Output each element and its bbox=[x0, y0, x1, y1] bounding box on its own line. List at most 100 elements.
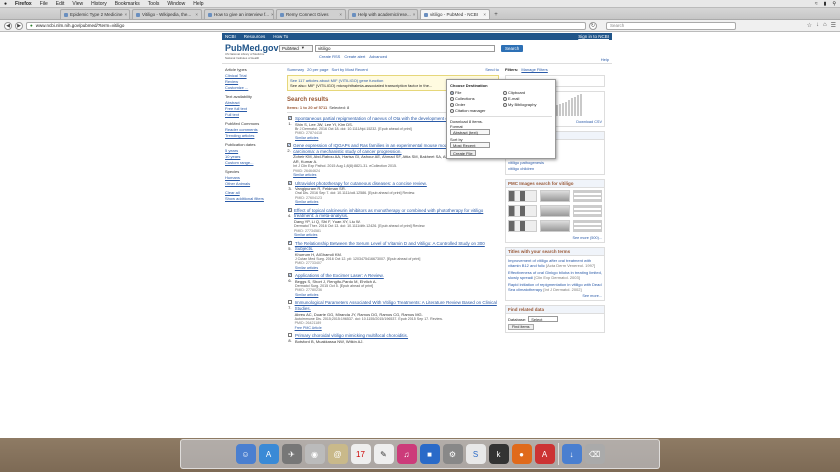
firefox-icon[interactable]: ● bbox=[511, 444, 532, 464]
spotlight-icon[interactable]: ⚲ bbox=[832, 1, 836, 7]
ncbi-logo[interactable]: NCBI bbox=[225, 34, 236, 39]
related-search-link[interactable]: vitiligo children bbox=[508, 166, 602, 172]
similar-articles-link[interactable]: Similar articles bbox=[295, 266, 499, 270]
dest-citation-radio[interactable]: Citation manager bbox=[450, 108, 499, 113]
create-rss-link[interactable]: Create RSS bbox=[319, 54, 340, 59]
result-checkbox[interactable]: ✓ bbox=[288, 273, 292, 278]
launchpad-icon[interactable]: ✈ bbox=[281, 444, 302, 464]
menu-edit[interactable]: Edit bbox=[56, 1, 65, 7]
close-tab-icon[interactable]: × bbox=[271, 12, 273, 17]
title-item[interactable]: Improvement of vitiligo after oral treat… bbox=[508, 258, 602, 268]
filter-link[interactable]: Customize ... bbox=[225, 85, 281, 91]
close-tab-icon[interactable]: × bbox=[413, 12, 416, 17]
menu-app-name[interactable]: Firefox bbox=[15, 1, 32, 7]
result-title-link[interactable]: Effect of topical calcineurin inhibitors… bbox=[294, 208, 499, 219]
close-tab-icon[interactable]: × bbox=[339, 12, 342, 17]
battery-icon[interactable]: ▮ bbox=[824, 1, 827, 7]
similar-articles-link[interactable]: Similar articles bbox=[295, 200, 427, 204]
resources-menu[interactable]: Resources bbox=[244, 34, 266, 39]
find-items-button[interactable]: Find items bbox=[508, 324, 534, 330]
notes-icon[interactable]: ✎ bbox=[373, 444, 394, 464]
manage-filters-link[interactable]: Manage Filters bbox=[521, 67, 547, 72]
browser-search-field[interactable]: Search bbox=[606, 21, 736, 30]
trash-icon[interactable]: ⌫ bbox=[584, 444, 605, 464]
pmc-thumbnail[interactable] bbox=[508, 220, 538, 232]
pmc-thumbnail[interactable] bbox=[540, 220, 570, 232]
tab-6-active[interactable]: vitiligo - PubMed - NCBI × bbox=[420, 9, 490, 19]
pmc-thumbnail[interactable] bbox=[540, 190, 570, 202]
result-title-link[interactable]: Immunological Parameters Associated With… bbox=[295, 300, 499, 311]
similar-articles-link[interactable]: Similar articles bbox=[293, 173, 499, 177]
format-summary[interactable]: Summary bbox=[287, 67, 304, 72]
wifi-icon[interactable]: ≈ bbox=[815, 1, 818, 7]
database-dropdown[interactable]: Select bbox=[528, 316, 559, 322]
search-input[interactable]: vitiligo bbox=[315, 44, 495, 52]
pmc-thumbnail[interactable] bbox=[572, 205, 602, 217]
tab-2[interactable]: Vitiligo - Wikipedia, the... × bbox=[132, 9, 202, 19]
pmc-thumbnail[interactable] bbox=[572, 220, 602, 232]
sort-select[interactable]: Most Recent bbox=[450, 142, 490, 148]
close-tab-icon[interactable]: × bbox=[124, 12, 127, 17]
pubmed-logo[interactable]: PubMed.gov US National Library of Medici… bbox=[225, 43, 279, 59]
safari-icon[interactable]: ◉ bbox=[304, 444, 325, 464]
filter-link[interactable]: Trending articles bbox=[225, 133, 281, 139]
result-checkbox[interactable]: ✓ bbox=[288, 116, 292, 120]
format-select[interactable]: Abstract (text) bbox=[450, 129, 490, 135]
sort-by[interactable]: Sort by Most Recent bbox=[331, 67, 367, 72]
url-field[interactable]: ● www.ncbi.nlm.nih.gov/pubmed/?term=viti… bbox=[26, 21, 586, 30]
similar-articles-link[interactable]: Similar articles bbox=[295, 293, 384, 297]
filter-link[interactable]: Custom range... bbox=[225, 160, 281, 166]
pmc-thumbnail[interactable] bbox=[572, 190, 602, 202]
dest-collections-radio[interactable]: Collections bbox=[450, 96, 499, 101]
star-icon[interactable]: ☆ bbox=[807, 22, 812, 29]
show-filters-link[interactable]: Show additional filters bbox=[225, 196, 281, 202]
filter-link[interactable]: Full text bbox=[225, 112, 281, 118]
pmc-thumbnail[interactable] bbox=[508, 190, 538, 202]
title-item[interactable]: Rapid initiation of repigmentation in vi… bbox=[508, 282, 602, 292]
result-title-link[interactable]: Primary choroidal vitiligo mimicking mul… bbox=[295, 333, 408, 339]
send-to-button[interactable]: Send to bbox=[485, 67, 499, 72]
menu-window[interactable]: Window bbox=[167, 1, 185, 7]
result-checkbox[interactable]: ✓ bbox=[287, 143, 292, 148]
titles-see-more-link[interactable]: See more... bbox=[508, 294, 602, 298]
ibooks-icon[interactable]: ■ bbox=[419, 444, 440, 464]
dest-order-radio[interactable]: Order bbox=[450, 102, 499, 107]
result-checkbox[interactable]: ✓ bbox=[287, 208, 292, 212]
back-icon[interactable]: ◀ bbox=[4, 21, 12, 30]
menu-tools[interactable]: Tools bbox=[148, 1, 160, 7]
menu-file[interactable]: File bbox=[40, 1, 48, 7]
result-title-link[interactable]: Spontaneous partial repigmentation of na… bbox=[295, 116, 464, 122]
tab-1[interactable]: Epidemic Type 2 Medicine × bbox=[60, 9, 130, 19]
dest-clipboard-radio[interactable]: Clipboard bbox=[503, 90, 552, 95]
menu-view[interactable]: View bbox=[72, 1, 83, 7]
result-title-link[interactable]: The Relationship Between the Serum Level… bbox=[295, 241, 499, 252]
similar-articles-link[interactable]: Similar articles bbox=[294, 233, 499, 237]
result-checkbox[interactable] bbox=[288, 333, 292, 338]
tab-3[interactable]: How to give an interview f... × bbox=[204, 9, 274, 19]
pmc-thumbnail[interactable] bbox=[508, 205, 538, 217]
howto-menu[interactable]: How To bbox=[273, 34, 288, 39]
result-checkbox[interactable]: ✓ bbox=[287, 240, 292, 245]
skype-icon[interactable]: S bbox=[465, 444, 486, 464]
search-button[interactable]: Search bbox=[501, 44, 524, 52]
menu-help[interactable]: Help bbox=[193, 1, 203, 7]
tab-5[interactable]: Help with academic/rese... × bbox=[348, 9, 418, 19]
acrobat-icon[interactable]: A bbox=[534, 444, 555, 464]
create-alert-link[interactable]: Create alert bbox=[344, 54, 365, 59]
forward-icon[interactable]: ▶ bbox=[15, 21, 23, 30]
contacts-icon[interactable]: @ bbox=[327, 444, 348, 464]
reload-icon[interactable]: ↻ bbox=[589, 21, 597, 30]
itunes-icon[interactable]: ♫ bbox=[396, 444, 417, 464]
similar-articles-link[interactable]: Similar articles bbox=[295, 136, 464, 140]
kindle-icon[interactable]: k bbox=[488, 444, 509, 464]
home-icon[interactable]: ⌂ bbox=[823, 22, 827, 29]
title-item[interactable]: Effectiveness of oral Ginkgo biloba in t… bbox=[508, 270, 602, 280]
calendar-icon[interactable]: 17 bbox=[350, 444, 371, 464]
app-store-icon[interactable]: A bbox=[258, 444, 279, 464]
new-tab-icon[interactable]: + bbox=[492, 11, 500, 19]
database-select[interactable]: PubMed ▾ bbox=[279, 44, 313, 52]
preferences-icon[interactable]: ⚙ bbox=[442, 444, 463, 464]
downloads-icon[interactable]: ↓ bbox=[561, 444, 582, 464]
filter-link[interactable]: Other Animals bbox=[225, 181, 281, 187]
advanced-link[interactable]: Advanced bbox=[369, 54, 387, 59]
